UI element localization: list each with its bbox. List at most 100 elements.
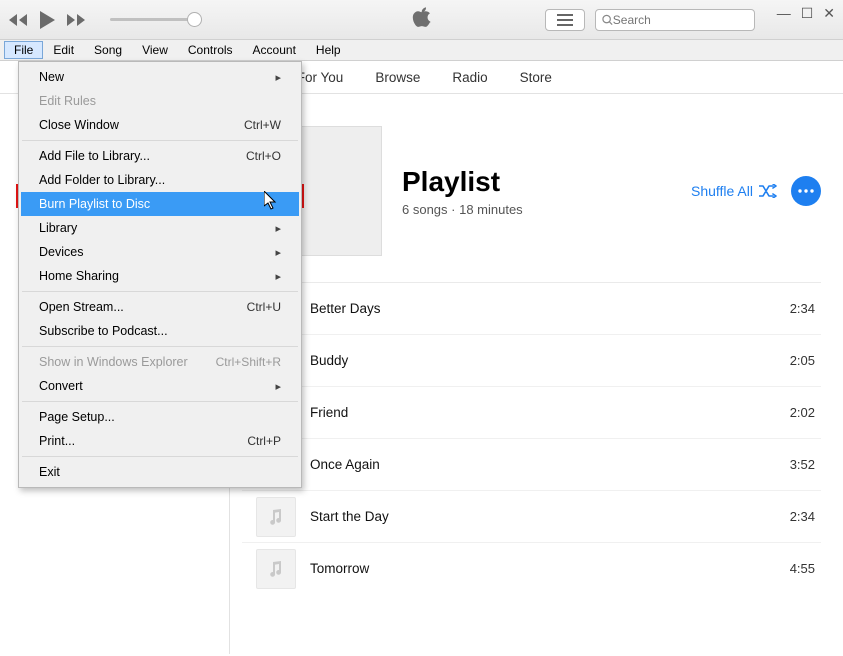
- menubar: FileEditSongViewControlsAccountHelp: [0, 40, 843, 61]
- song-row[interactable]: Buddy 2:05: [242, 334, 821, 386]
- play-button[interactable]: [38, 10, 56, 30]
- menu-exit[interactable]: Exit: [21, 460, 299, 484]
- menu-item-label: Subscribe to Podcast...: [39, 324, 168, 338]
- menu-shortcut: Ctrl+O: [246, 149, 281, 163]
- menu-print[interactable]: Print... Ctrl+P: [21, 429, 299, 453]
- menu-item-label: Page Setup...: [39, 410, 115, 424]
- menu-item-label: New: [39, 70, 64, 84]
- menu-show-in-windows-explorer: Show in Windows Explorer Ctrl+Shift+R: [21, 350, 299, 374]
- song-title: Friend: [310, 405, 348, 420]
- chevron-right-icon: ▸: [275, 380, 281, 393]
- tab-radio[interactable]: Radio: [436, 61, 503, 93]
- song-title: Once Again: [310, 457, 380, 472]
- menu-shortcut: Ctrl+Shift+R: [216, 355, 281, 369]
- music-note-icon: [256, 549, 296, 589]
- menu-page-setup[interactable]: Page Setup...: [21, 405, 299, 429]
- menu-library[interactable]: Library ▸: [21, 216, 299, 240]
- tab-store[interactable]: Store: [504, 61, 568, 93]
- search-input[interactable]: [613, 13, 748, 27]
- song-title: Better Days: [310, 301, 381, 316]
- menu-item-help[interactable]: Help: [306, 41, 351, 59]
- minimize-button[interactable]: —: [777, 5, 791, 22]
- menu-item-label: Add Folder to Library...: [39, 173, 165, 187]
- playlist-subtitle: 6 songs · 18 minutes: [402, 202, 523, 217]
- playlist-header: Playlist 6 songs · 18 minutes Shuffle Al…: [230, 94, 843, 282]
- menu-edit-rules: Edit Rules: [21, 89, 299, 113]
- menu-item-label: Library: [39, 221, 77, 235]
- menu-item-label: Home Sharing: [39, 269, 119, 283]
- menu-item-label: Convert: [39, 379, 83, 393]
- window-controls: — ☐ ✕: [777, 5, 835, 22]
- song-duration: 2:05: [790, 353, 821, 368]
- menu-item-song[interactable]: Song: [84, 41, 132, 59]
- song-title: Start the Day: [310, 509, 389, 524]
- content: Playlist 6 songs · 18 minutes Shuffle Al…: [230, 94, 843, 654]
- chevron-right-icon: ▸: [275, 246, 281, 259]
- menu-home-sharing[interactable]: Home Sharing ▸: [21, 264, 299, 288]
- shuffle-icon: [759, 184, 777, 198]
- menu-separator: [22, 401, 298, 402]
- song-row[interactable]: Better Days 2:34: [242, 282, 821, 334]
- menu-item-label: Print...: [39, 434, 75, 448]
- menu-add-folder-to-library[interactable]: Add Folder to Library...: [21, 168, 299, 192]
- menu-item-label: Burn Playlist to Disc: [39, 197, 150, 211]
- song-duration: 3:52: [790, 457, 821, 472]
- menu-open-stream[interactable]: Open Stream... Ctrl+U: [21, 295, 299, 319]
- tab-browse[interactable]: Browse: [359, 61, 436, 93]
- menu-item-label: Edit Rules: [39, 94, 96, 108]
- search-box[interactable]: [595, 9, 755, 31]
- song-duration: 2:02: [790, 405, 821, 420]
- menu-shortcut: Ctrl+U: [247, 300, 281, 314]
- menu-item-view[interactable]: View: [132, 41, 178, 59]
- menu-burn-playlist-to-disc[interactable]: Burn Playlist to Disc: [21, 192, 299, 216]
- menu-separator: [22, 456, 298, 457]
- menu-item-label: Devices: [39, 245, 83, 259]
- shuffle-all-button[interactable]: Shuffle All: [691, 183, 777, 199]
- song-row[interactable]: Friend 2:02: [242, 386, 821, 438]
- menu-devices[interactable]: Devices ▸: [21, 240, 299, 264]
- song-title: Tomorrow: [310, 561, 369, 576]
- menu-item-edit[interactable]: Edit: [43, 41, 84, 59]
- song-row[interactable]: Start the Day 2:34: [242, 490, 821, 542]
- menu-convert[interactable]: Convert ▸: [21, 374, 299, 398]
- song-duration: 2:34: [790, 509, 821, 524]
- apple-logo: [412, 6, 432, 33]
- next-button[interactable]: [66, 13, 86, 27]
- close-button[interactable]: ✕: [823, 5, 835, 22]
- ellipsis-icon: [798, 189, 814, 193]
- volume-slider[interactable]: [110, 18, 200, 21]
- menu-item-file[interactable]: File: [4, 41, 43, 59]
- menu-subscribe-to-podcast[interactable]: Subscribe to Podcast...: [21, 319, 299, 343]
- shuffle-label: Shuffle All: [691, 183, 753, 199]
- menu-item-label: Exit: [39, 465, 60, 479]
- maximize-button[interactable]: ☐: [801, 5, 814, 22]
- menu-separator: [22, 346, 298, 347]
- more-actions-button[interactable]: [791, 176, 821, 206]
- menu-item-label: Show in Windows Explorer: [39, 355, 188, 369]
- file-menu-dropdown: New ▸ Edit Rules Close Window Ctrl+W Add File…: [18, 61, 302, 488]
- menu-item-controls[interactable]: Controls: [178, 41, 243, 59]
- menu-shortcut: Ctrl+W: [244, 118, 281, 132]
- chevron-right-icon: ▸: [275, 71, 281, 84]
- menu-shortcut: Ctrl+P: [247, 434, 281, 448]
- menu-add-file-to-library[interactable]: Add File to Library...Ctrl+O: [21, 144, 299, 168]
- music-note-icon: [256, 497, 296, 537]
- previous-button[interactable]: [8, 13, 28, 27]
- playback-controls: [8, 10, 200, 30]
- menu-separator: [22, 140, 298, 141]
- menu-new[interactable]: New ▸: [21, 65, 299, 89]
- chevron-right-icon: ▸: [275, 222, 281, 235]
- chevron-right-icon: ▸: [275, 270, 281, 283]
- song-row[interactable]: Once Again 3:52: [242, 438, 821, 490]
- menu-item-label: Open Stream...: [39, 300, 124, 314]
- song-row[interactable]: Tomorrow 4:55: [242, 542, 821, 594]
- menu-item-label: Close Window: [39, 118, 119, 132]
- playlist-title: Playlist: [402, 166, 523, 198]
- titlebar: — ☐ ✕: [0, 0, 843, 40]
- song-duration: 2:34: [790, 301, 821, 316]
- song-list: Better Days 2:34 Buddy 2:05 Friend 2:02 …: [230, 282, 843, 594]
- menu-item-account[interactable]: Account: [243, 41, 306, 59]
- menu-close-window[interactable]: Close Window Ctrl+W: [21, 113, 299, 137]
- song-duration: 4:55: [790, 561, 821, 576]
- view-list-button[interactable]: [545, 9, 585, 31]
